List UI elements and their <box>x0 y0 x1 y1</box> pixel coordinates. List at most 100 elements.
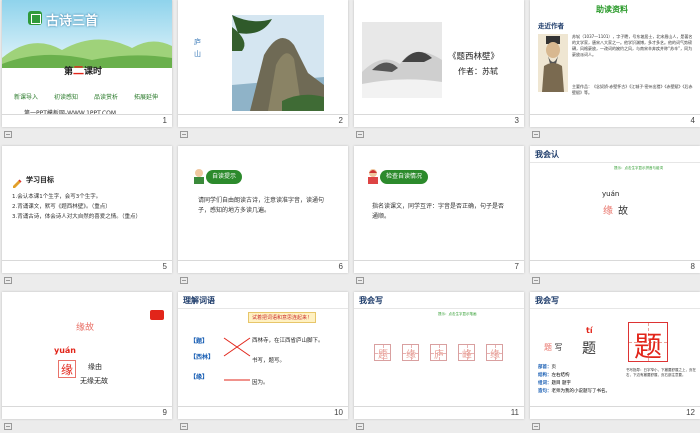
info-structure: 结构：左右结构 <box>538 373 570 378</box>
slide-number: 11 <box>510 408 519 417</box>
slide-header-bar: 我会写 <box>354 292 524 309</box>
pencil-icon <box>12 174 22 188</box>
nav-icon[interactable] <box>4 277 12 284</box>
word-heading: 缘故 <box>76 323 95 333</box>
slide-number: 7 <box>514 262 519 271</box>
slide-footer <box>178 260 348 273</box>
nav-icon[interactable] <box>180 131 188 138</box>
slide-thumbnail-4[interactable]: 助读资料 走近作者 苏轼（1037—1101），字子瞻，号东坡居士，北宋眉山人，… <box>530 0 700 127</box>
tag-appreciate[interactable]: 品读赏析 <box>94 92 118 101</box>
section-label: 理解词语 <box>183 296 215 305</box>
slide-thumbnail-9[interactable]: 缘故 yuán 缘 缘由 无缘无故 9 <box>2 292 172 419</box>
nav-icon[interactable] <box>532 131 540 138</box>
tag-extend[interactable]: 拓展延伸 <box>134 92 158 101</box>
char-info-list: 部首：页 结构：左右结构 组词：题目 题字 造句：老师为我的小说题写了书名。 <box>538 364 622 396</box>
nav-icon[interactable] <box>180 423 188 430</box>
ink-painting <box>362 22 442 98</box>
writing-tile-5[interactable]: 缘 <box>486 344 503 361</box>
hint-note: 提示：点击生字显示拼音与组词 <box>614 166 663 170</box>
info-words: 组词：题目 题字 <box>538 381 571 386</box>
check-text: 指名读课文，同学互评：字音是否正确，句子是否通顺。 <box>372 203 505 220</box>
slide-thumbnail-7[interactable]: 检查自读情况 指名读课文，同学互评：字音是否正确，句子是否通顺。 7 <box>354 146 524 273</box>
poem-author: 作者：苏轼 <box>458 67 498 76</box>
slide-footer <box>2 114 172 127</box>
slide-header-bar: 我会认 <box>530 146 700 163</box>
word-1: 缘由 <box>88 363 102 371</box>
writing-tip: 书写指导：日字窄小，下撇要舒展之上，页在右，下边有撇要舒展，页右部注意要。 <box>626 368 696 377</box>
slide-thumbnail-6[interactable]: 自读提示 请同学们自由朗读古诗，注意读准字音，读通句子，感知的地方多读几遍。 6 <box>178 146 348 273</box>
nav-icon[interactable] <box>532 277 540 284</box>
tag-intro[interactable]: 新课导入 <box>14 92 38 101</box>
poem-title: 《题西林壁》 <box>448 52 500 62</box>
instruction-pill: 自读提示 <box>206 170 243 184</box>
char-large: 题 <box>582 341 596 357</box>
section-label: 我会写 <box>359 296 383 305</box>
author-bio: 苏轼（1037—1101），字子瞻，号东坡居士，北宋眉山人，是著名的文学家，唐宋… <box>572 34 693 57</box>
big-char-grid: 题 <box>628 322 668 363</box>
nav-icon[interactable] <box>356 131 364 138</box>
slide-footer <box>178 114 348 127</box>
writing-tile-1[interactable]: 题 <box>374 344 391 361</box>
slide-footer <box>354 406 524 419</box>
slide-footer <box>530 114 700 127</box>
instruction-text: 请同学们自由朗读古诗，注意读准字音，读通句子，感知的地方多读几遍。 <box>198 197 325 214</box>
nav-icon[interactable] <box>356 423 364 430</box>
reading-boy-icon <box>192 168 206 184</box>
slide-thumbnail-3[interactable]: 《题西林壁》 作者：苏轼 3 <box>354 0 524 127</box>
meaning-2[interactable]: 书写，题写。 <box>252 356 285 364</box>
mountain-caption: 庐 山 <box>194 38 201 58</box>
slide-header-bar: 理解词语 <box>178 292 348 309</box>
author-portrait <box>538 34 568 92</box>
reading-girl-icon <box>366 168 380 184</box>
info-radical: 部首：页 <box>538 365 556 370</box>
slide-number: 4 <box>690 116 695 125</box>
hint-note: 提示：点击生字显示笔画 <box>438 312 477 316</box>
slide-number: 1 <box>162 116 167 125</box>
char-pinyin: yuán <box>54 346 77 355</box>
slide-number: 2 <box>338 116 343 125</box>
writing-tile-3[interactable]: 庐 <box>430 344 447 361</box>
slide-thumbnail-5[interactable]: 学习目标 1.会认本课1个生字，会写3个生字。 2.背诵课文，默写《题西林壁》。… <box>2 146 172 273</box>
book-icon <box>28 11 42 25</box>
word-1[interactable]: 【题】 <box>190 336 208 345</box>
author-works: 主要作品：《念奴娇·赤壁怀古》《江城子·密州出猎》《赤壁赋》《后赤壁赋》等。 <box>572 84 693 95</box>
slide-thumbnail-2[interactable]: 庐 山 2 <box>178 0 348 127</box>
char-pinyin: yuán <box>602 190 620 198</box>
meaning-1[interactable]: 西林寺，在江西省庐山脚下。 <box>252 336 324 344</box>
instruction-banner: 试着把词语和意思连起来！ <box>248 312 317 323</box>
info-sentence: 造句：老师为我的小说题写了书名。 <box>538 389 610 394</box>
slide-footer <box>178 406 348 419</box>
nav-icon[interactable] <box>356 277 364 284</box>
big-grid-char: 题 <box>634 330 663 363</box>
mount-lu-photo <box>232 15 324 111</box>
section-label: 走近作者 <box>538 22 564 30</box>
goal-3: 3.背诵古诗，体会诗人对大自然的喜爱之情。（重点） <box>12 214 141 220</box>
writing-tile-2[interactable]: 缘 <box>402 344 419 361</box>
slide-thumbnail-11[interactable]: 我会写 提示：点击生字显示笔画 题 缘 庐 峰 缘 11 <box>354 292 524 419</box>
tag-read[interactable]: 初读感知 <box>54 92 78 101</box>
word-2[interactable]: 【西林】 <box>190 352 214 361</box>
nav-icon[interactable] <box>180 277 188 284</box>
slide-number: 6 <box>338 262 343 271</box>
slide-thumbnail-12[interactable]: 我会写 tí 题 写 题 题 部首：页 结构：左右结构 组词：题目 题字 造句：… <box>530 292 700 419</box>
slide-footer <box>2 260 172 273</box>
char-primary[interactable]: 缘 <box>603 202 613 217</box>
lesson-period: 第二课时 <box>64 64 103 77</box>
word-3[interactable]: 【缘】 <box>190 372 208 381</box>
section-heading: 学习目标 <box>26 176 54 184</box>
slide-number: 10 <box>334 408 343 417</box>
nav-icon[interactable] <box>532 423 540 430</box>
slide-thumbnail-1[interactable]: 古诗三首 第二课时 新课导入 初读感知 品读赏析 拓展延伸 第一PPT模板网-W… <box>2 0 172 127</box>
slide-thumbnail-10[interactable]: 理解词语 试着把词语和意思连起来！ 【题】 【西林】 【缘】 西林寺，在江西省庐… <box>178 292 348 419</box>
slide-footer <box>354 114 524 127</box>
char-secondary[interactable]: 故 <box>618 202 628 217</box>
meaning-3[interactable]: 因为。 <box>252 378 269 386</box>
writing-tile-4[interactable]: 峰 <box>458 344 475 361</box>
slide-number: 9 <box>162 408 167 417</box>
slide-thumbnail-8[interactable]: 我会认 提示：点击生字显示拼音与组词 yuán 缘 故 8 <box>530 146 700 273</box>
section-label: 我会写 <box>535 296 559 305</box>
slide-footer <box>2 406 172 419</box>
nav-icon[interactable] <box>4 423 12 430</box>
slide-footer <box>354 260 524 273</box>
nav-icon[interactable] <box>4 131 12 138</box>
